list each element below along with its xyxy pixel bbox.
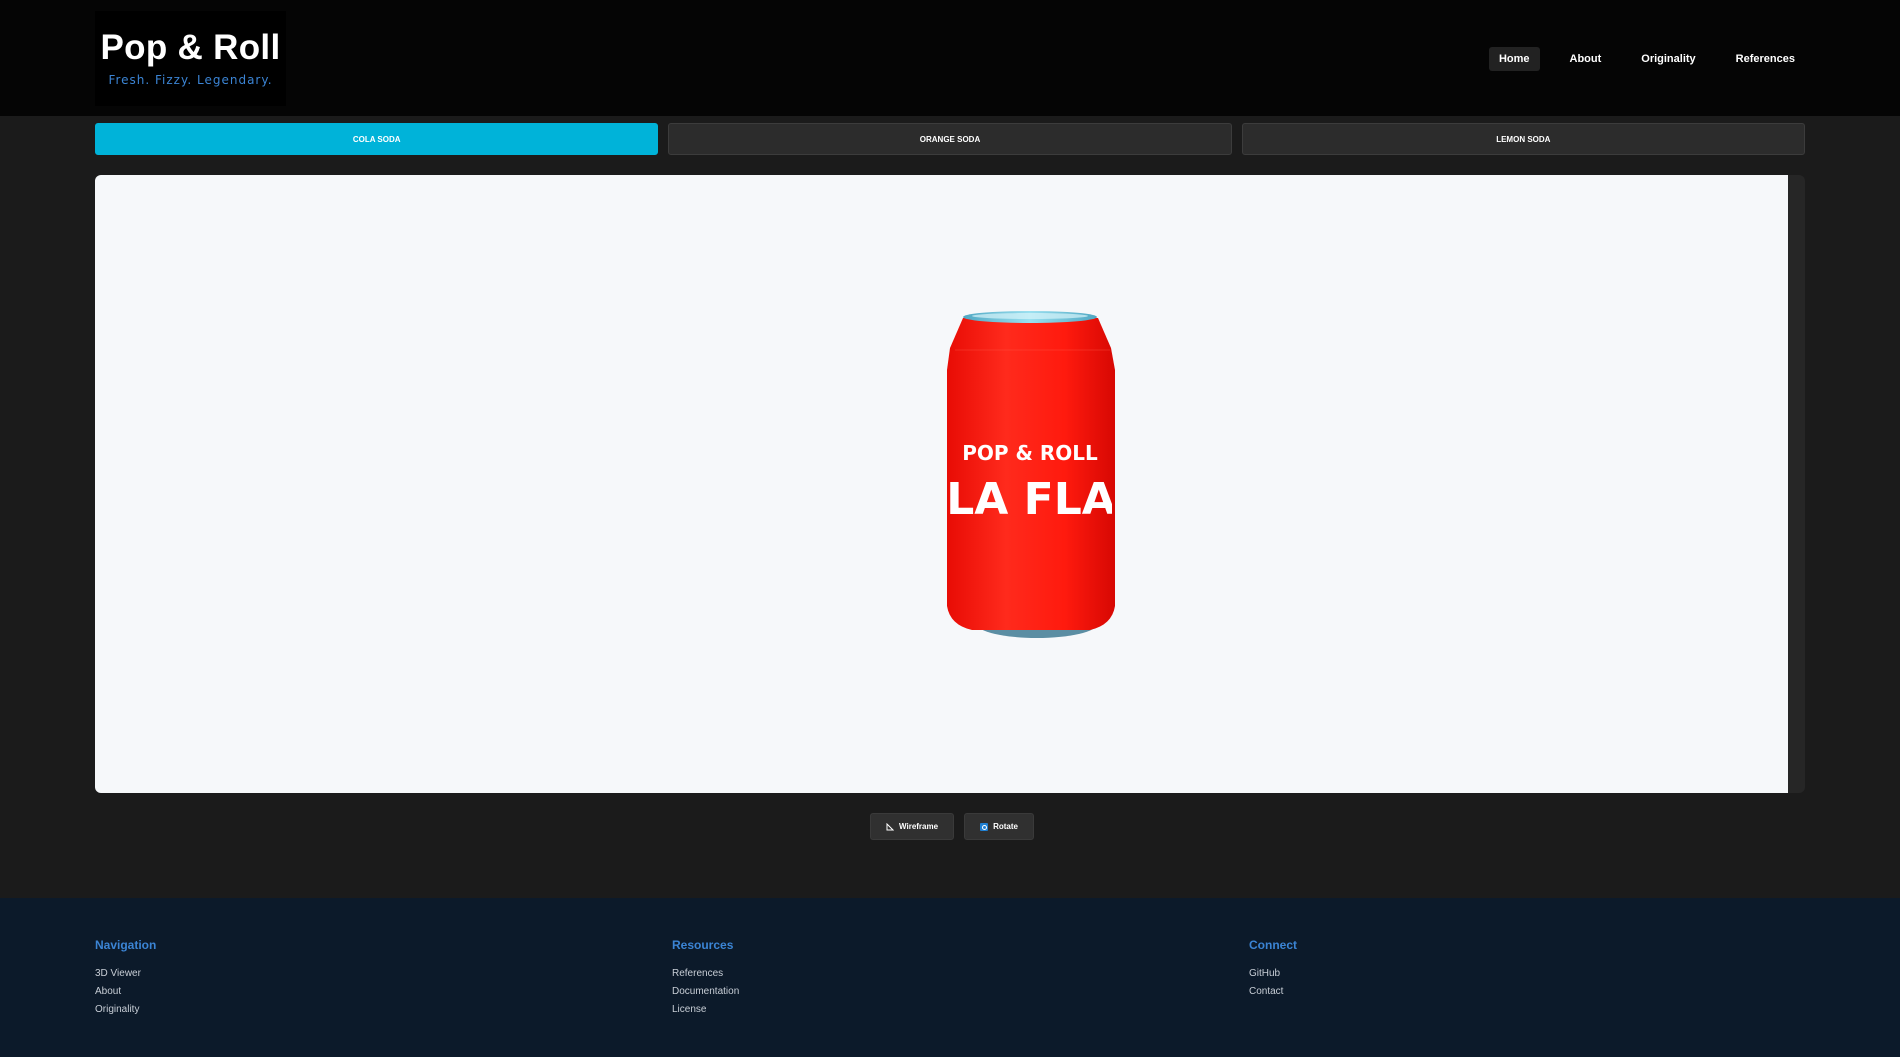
footer-link-documentation[interactable]: Documentation [672,983,739,1001]
footer-link-license[interactable]: License [672,1001,739,1019]
rotate-icon [980,822,989,831]
footer-link-contact[interactable]: Contact [1249,983,1297,1001]
footer-link-3d-viewer[interactable]: 3D Viewer [95,965,156,983]
footer-link-originality[interactable]: Originality [95,1001,156,1019]
logo-title: Pop & Roll [100,28,281,67]
main-nav: Home About Originality References [1488,47,1805,71]
footer-connect: Connect GitHub Contact [1249,938,1297,1001]
viewer-frame: POP & ROLL COLA FLAVO [95,175,1805,793]
soda-can-model[interactable]: POP & ROLL COLA FLAVO [930,310,1130,670]
footer-link-references[interactable]: References [672,965,739,983]
footer-resources-heading: Resources [672,938,734,952]
can-brand-text: POP & ROLL [962,441,1098,465]
nav-references[interactable]: References [1726,47,1805,71]
3d-viewer-canvas[interactable]: POP & ROLL COLA FLAVO [95,175,1788,793]
can-flavor-text: COLA FLAVO [930,474,1130,525]
rotate-button[interactable]: Rotate [964,813,1034,840]
footer-resources: Resources References Documentation Licen… [672,938,739,1019]
site-header: Pop & Roll Fresh. Fizzy. Legendary. Home… [0,0,1900,116]
tab-orange-soda[interactable]: ORANGE SODA [668,123,1232,155]
viewer-controls: Wireframe Rotate [870,813,1034,840]
nav-originality[interactable]: Originality [1631,47,1705,71]
wireframe-button-label: Wireframe [899,822,939,831]
tab-cola-soda[interactable]: COLA SODA [95,123,659,155]
nav-about[interactable]: About [1560,47,1612,71]
wireframe-icon [886,822,894,830]
logo-tagline: Fresh. Fizzy. Legendary. [108,73,273,87]
footer-navigation-heading: Navigation [95,938,157,952]
footer-connect-heading: Connect [1249,938,1297,952]
tab-lemon-soda[interactable]: LEMON SODA [1241,123,1805,155]
nav-home[interactable]: Home [1488,47,1540,71]
footer-navigation: Navigation 3D Viewer About Originality [95,938,156,1019]
logo[interactable]: Pop & Roll Fresh. Fizzy. Legendary. [95,11,286,106]
footer-link-about[interactable]: About [95,983,156,1001]
footer-link-github[interactable]: GitHub [1249,965,1297,983]
rotate-button-label: Rotate [993,822,1018,831]
wireframe-button[interactable]: Wireframe [870,813,955,840]
flavor-tabs: COLA SODA ORANGE SODA LEMON SODA [95,123,1805,155]
site-footer: Navigation 3D Viewer About Originality R… [0,898,1900,1057]
